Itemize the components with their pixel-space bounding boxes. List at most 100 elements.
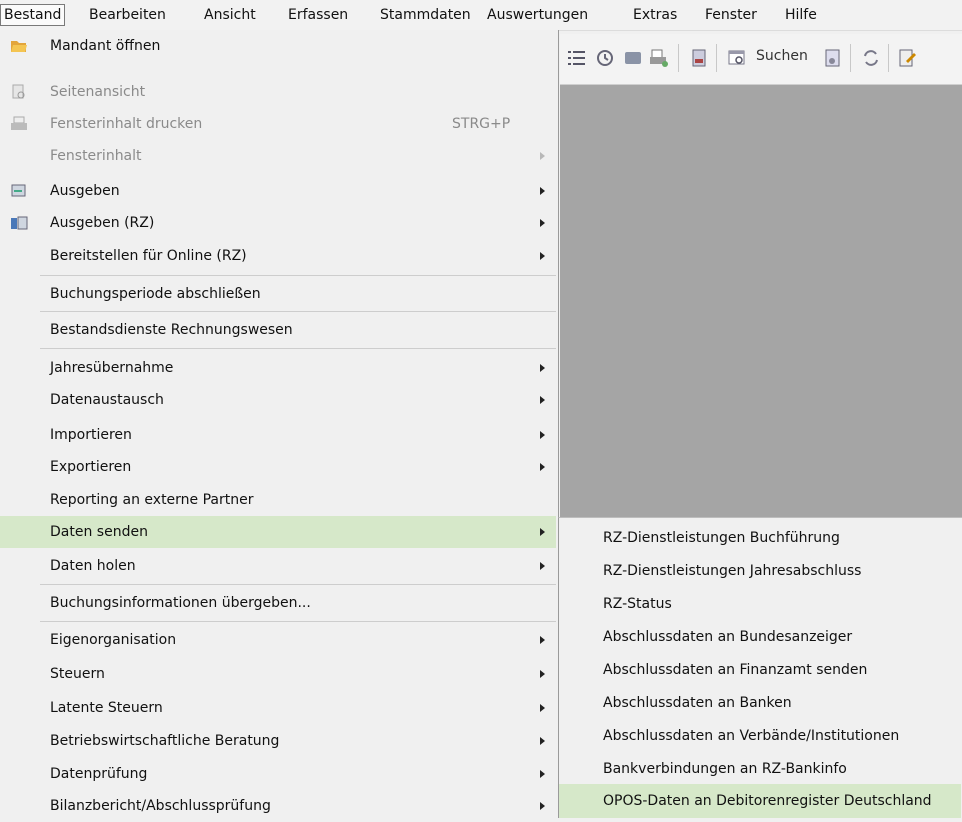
submenu-arrow-icon bbox=[540, 219, 545, 227]
submenu-item-label: Abschlussdaten an Verbände/Institutionen bbox=[603, 728, 900, 744]
sync-icon[interactable] bbox=[860, 47, 882, 69]
menu-item-buchungsinformationen[interactable]: Buchungsinformationen übergeben... bbox=[0, 587, 556, 619]
menu-item-label: Seitenansicht bbox=[50, 84, 146, 100]
menu-item-bereitstellen-online[interactable]: Bereitstellen für Online (RZ) bbox=[0, 240, 556, 272]
submenu-item-label: Abschlussdaten an Banken bbox=[603, 695, 792, 711]
submenu-arrow-icon bbox=[540, 636, 545, 644]
menu-item-reporting[interactable]: Reporting an externe Partner bbox=[0, 484, 556, 516]
print-options-icon[interactable] bbox=[648, 47, 670, 69]
submenu-arrow-icon bbox=[540, 562, 545, 570]
submenu-arrow-icon bbox=[540, 670, 545, 678]
menu-item-betriebswirtschaftliche-beratung[interactable]: Betriebswirtschaftliche Beratung bbox=[0, 725, 556, 757]
menu-item-eigenorganisation[interactable]: Eigenorganisation bbox=[0, 624, 556, 656]
menu-separator bbox=[40, 275, 556, 276]
submenu-item-opos-daten[interactable]: OPOS-Daten an Debitorenregister Deutschl… bbox=[559, 784, 961, 818]
menu-item-bestandsdienste[interactable]: Bestandsdienste Rechnungswesen bbox=[0, 314, 556, 346]
submenu-arrow-icon bbox=[540, 252, 545, 260]
menu-item-datenaustausch[interactable]: Datenaustausch bbox=[0, 384, 556, 416]
menubar-extras[interactable]: Extras bbox=[630, 4, 680, 26]
submenu-arrow-icon bbox=[540, 364, 545, 372]
menubar-bearbeiten[interactable]: Bearbeiten bbox=[86, 4, 169, 26]
menu-item-label: Latente Steuern bbox=[50, 700, 163, 716]
menu-item-label: Eigenorganisation bbox=[50, 632, 177, 648]
submenu-arrow-icon bbox=[540, 737, 545, 745]
menu-item-fensterinhalt-drucken[interactable]: Fensterinhalt drucken STRG+P bbox=[0, 108, 556, 140]
search-window-icon[interactable] bbox=[726, 47, 748, 69]
menu-item-label: Steuern bbox=[50, 666, 105, 682]
menubar-fenster[interactable]: Fenster bbox=[702, 4, 760, 26]
menubar-ansicht[interactable]: Ansicht bbox=[201, 4, 259, 26]
menu-item-mandant-oeffnen[interactable]: Mandant öffnen bbox=[0, 30, 556, 62]
submenu-item-bankinfo[interactable]: Bankverbindungen an RZ-Bankinfo bbox=[559, 752, 961, 786]
submenu-item-label: RZ-Dienstleistungen Buchführung bbox=[603, 530, 840, 546]
menubar-stammdaten[interactable]: Stammdaten bbox=[377, 4, 474, 26]
submenu-arrow-icon bbox=[540, 463, 545, 471]
menu-item-bilanzbericht[interactable]: Bilanzbericht/Abschlussprüfung bbox=[0, 790, 556, 822]
menu-item-label: Daten senden bbox=[50, 524, 148, 540]
menu-item-datenpruefung[interactable]: Datenprüfung bbox=[0, 758, 556, 790]
menu-item-ausgeben[interactable]: Ausgeben bbox=[0, 175, 556, 207]
submenu-arrow-icon bbox=[540, 396, 545, 404]
submenu-arrow-icon bbox=[540, 802, 545, 810]
search-label[interactable]: Suchen bbox=[756, 48, 808, 64]
document-icon[interactable] bbox=[688, 47, 710, 69]
menu-item-label: Bilanzbericht/Abschlussprüfung bbox=[50, 798, 271, 814]
submenu-item-finanzamt[interactable]: Abschlussdaten an Finanzamt senden bbox=[559, 653, 961, 687]
menu-item-exportieren[interactable]: Exportieren bbox=[0, 451, 556, 483]
menu-item-label: Buchungsinformationen übergeben... bbox=[50, 595, 311, 611]
menubar-hilfe[interactable]: Hilfe bbox=[782, 4, 820, 26]
submenu-arrow-icon bbox=[540, 152, 545, 160]
window-icon[interactable] bbox=[622, 47, 644, 69]
submenu-item-label: RZ-Status bbox=[603, 596, 672, 612]
submenu-item-bundesanzeiger[interactable]: Abschlussdaten an Bundesanzeiger bbox=[559, 620, 961, 654]
folder-open-icon bbox=[11, 41, 27, 52]
menu-item-steuern[interactable]: Steuern bbox=[0, 658, 556, 690]
workspace-area bbox=[560, 85, 962, 517]
submenu-item-label: Abschlussdaten an Bundesanzeiger bbox=[603, 629, 853, 645]
menu-item-label: Datenprüfung bbox=[50, 766, 148, 782]
submenu-item-banken[interactable]: Abschlussdaten an Banken bbox=[559, 686, 961, 720]
printer-icon bbox=[11, 116, 27, 130]
submenu-item-label: Abschlussdaten an Finanzamt senden bbox=[603, 662, 868, 678]
print-preview-icon bbox=[12, 84, 25, 99]
menu-item-label: Jahresübernahme bbox=[50, 360, 174, 376]
menu-item-label: Ausgeben (RZ) bbox=[50, 215, 155, 231]
submenu-item-label: OPOS-Daten an Debitorenregister Deutschl… bbox=[603, 793, 932, 809]
menu-item-seitenansicht[interactable]: Seitenansicht bbox=[0, 76, 556, 108]
menu-item-importieren[interactable]: Importieren bbox=[0, 419, 556, 451]
menu-item-label: Bereitstellen für Online (RZ) bbox=[50, 248, 247, 264]
menu-separator bbox=[40, 621, 556, 622]
menu-item-daten-holen[interactable]: Daten holen bbox=[0, 550, 556, 582]
menu-item-label: Mandant öffnen bbox=[50, 38, 161, 54]
menubar-bestand[interactable]: Bestand bbox=[0, 4, 66, 26]
submenu-item-rz-buchfuehrung[interactable]: RZ-Dienstleistungen Buchführung bbox=[559, 521, 961, 555]
output-icon bbox=[11, 184, 26, 197]
list-icon[interactable] bbox=[566, 47, 588, 69]
bestand-menu: Mandant öffnen Seitenansicht Fensterinha… bbox=[0, 30, 559, 818]
menu-item-label: Betriebswirtschaftliche Beratung bbox=[50, 733, 280, 749]
submenu-item-verbaende[interactable]: Abschlussdaten an Verbände/Institutionen bbox=[559, 719, 961, 753]
menu-item-fensterinhalt[interactable]: Fensterinhalt bbox=[0, 140, 556, 172]
shortcut-label: STRG+P bbox=[452, 116, 511, 132]
menu-item-daten-senden[interactable]: Daten senden bbox=[0, 516, 556, 548]
edit-document-icon[interactable] bbox=[896, 47, 918, 69]
menu-item-latente-steuern[interactable]: Latente Steuern bbox=[0, 692, 556, 724]
menu-item-label: Exportieren bbox=[50, 459, 132, 475]
menu-item-jahresuebernahme[interactable]: Jahresübernahme bbox=[0, 352, 556, 384]
menu-item-label: Fensterinhalt bbox=[50, 148, 142, 164]
submenu-item-rz-status[interactable]: RZ-Status bbox=[559, 587, 961, 621]
output-rz-icon bbox=[11, 216, 28, 230]
menu-item-buchungsperiode[interactable]: Buchungsperiode abschließen bbox=[0, 278, 556, 310]
menu-item-ausgeben-rz[interactable]: Ausgeben (RZ) bbox=[0, 207, 556, 239]
submenu-item-label: Bankverbindungen an RZ-Bankinfo bbox=[603, 761, 847, 777]
report-icon[interactable] bbox=[822, 47, 844, 69]
menu-bar: Bestand Bearbeiten Ansicht Erfassen Stam… bbox=[0, 0, 962, 31]
toolbar: Suchen bbox=[560, 34, 962, 85]
submenu-item-rz-jahresabschluss[interactable]: RZ-Dienstleistungen Jahresabschluss bbox=[559, 554, 961, 588]
menubar-auswertungen[interactable]: Auswertungen bbox=[484, 4, 591, 26]
submenu-arrow-icon bbox=[540, 187, 545, 195]
menu-separator bbox=[40, 348, 556, 349]
history-icon[interactable] bbox=[594, 47, 616, 69]
menu-item-label: Importieren bbox=[50, 427, 132, 443]
menubar-erfassen[interactable]: Erfassen bbox=[285, 4, 351, 26]
